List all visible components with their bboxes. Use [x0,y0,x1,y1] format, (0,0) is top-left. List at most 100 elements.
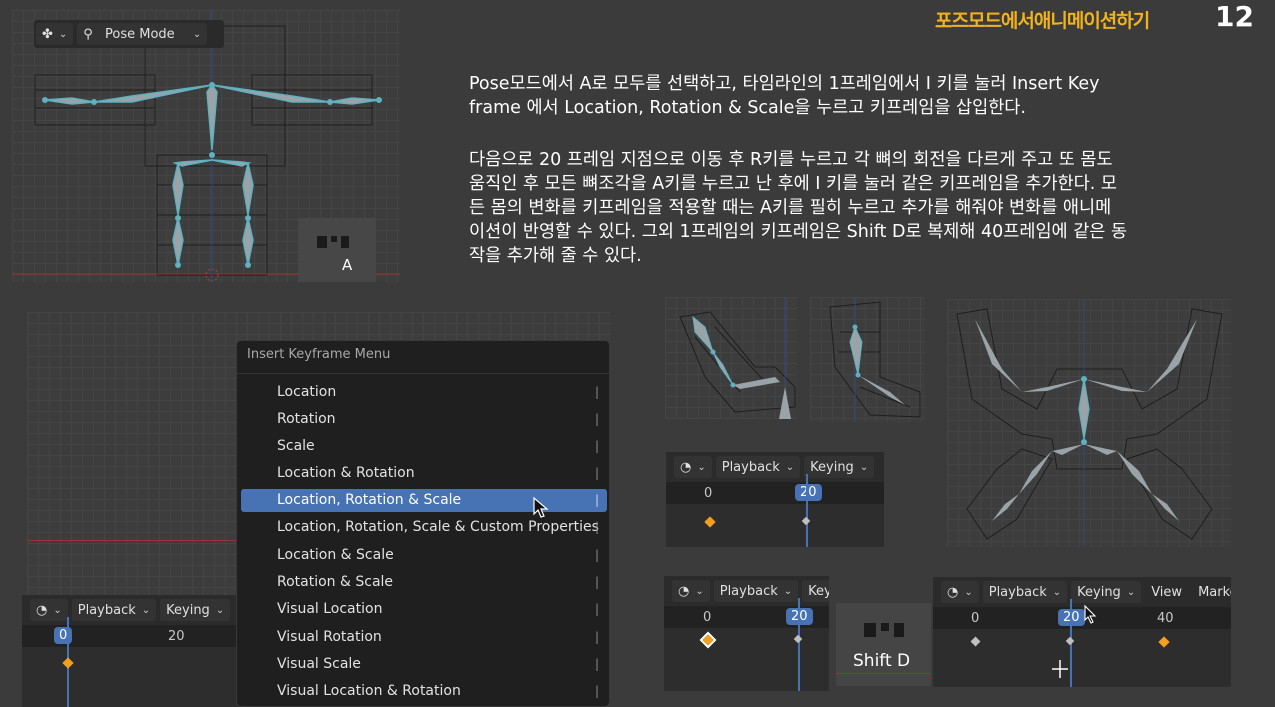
keyframe-marker[interactable] [793,634,803,644]
shortcut-mark: | [594,493,599,507]
keyframe-marker[interactable] [62,657,74,669]
timeline-ruler[interactable]: 0 20 [666,482,884,504]
timeline-header: ◔⌄ Playback⌄ Keying [664,576,829,606]
viewport-top-armature[interactable]: ✤ ⌄ ⚲ Pose Mode ⌄ A [12,10,400,282]
playback-menu[interactable]: Playback ⌄ [713,580,799,602]
viewport-header: ✤ ⌄ ⚲ Pose Mode ⌄ [34,20,224,48]
viewport-arm-rotated[interactable] [665,297,797,419]
shift-d-overlay: Shift D [836,603,931,686]
keyframe-marker[interactable] [801,516,811,526]
timeline-ruler[interactable]: 0 20 [664,606,829,628]
frame-label-0: 0 [703,610,712,625]
timeline-ruler[interactable]: 0 20 40 [933,607,1231,629]
shortcut-mark: | [594,520,599,534]
description-para2: 다음으로 20 프레임 지점으로 이동 후 R키를 누르고 각 뼈의 회전을 다… [469,150,1128,266]
page-number: 12 [1215,0,1254,33]
key-indicator [341,236,349,248]
shortcut-mark: | [594,412,599,426]
viewport-pose-posed[interactable] [947,299,1231,547]
keyframe-marker[interactable] [1158,636,1170,648]
shortcut-mark: | [594,439,599,453]
key-indicator [894,623,904,637]
keying-menu[interactable]: Keying ⌄ [160,599,231,621]
playback-menu[interactable]: Playback ⌄ [71,599,157,621]
menu-item-location-rotation[interactable]: Location & Rotation | [241,462,607,485]
timeline-right-wide[interactable]: ◔⌄ Playback⌄ Keying⌄ View Marker 0 20 40 [933,577,1231,687]
timeline-body[interactable] [22,617,242,707]
view-menu[interactable]: Vi [878,456,884,478]
arm-bones-bent [829,297,921,422]
menu-item-visual-location-rotation[interactable]: Visual Location & Rotation | [241,680,607,703]
pose-icon: ✤ [42,26,53,42]
chevron-down-icon: ⌄ [785,461,795,473]
keyframe-marker[interactable] [704,516,716,528]
menu-item-location-rotation-scale[interactable]: Location, Rotation & Scale | [241,489,607,512]
menu-item-scale[interactable]: Scale | [241,435,607,458]
viewport-arm-bent[interactable] [810,297,925,422]
playhead[interactable] [798,598,800,691]
clock-icon: ◔ [947,584,959,600]
marker-menu[interactable]: Marker [1192,581,1231,603]
timeline-body[interactable] [933,599,1231,687]
timeline-body[interactable] [666,474,884,547]
frame-label-0: 0 [704,486,713,501]
editor-type-button[interactable]: ◔ ⌄ [674,456,712,478]
timeline-ruler[interactable]: 0 20 [22,625,242,647]
mouse-cursor-icon [1084,604,1097,624]
description-para1: Pose모드에서 A로 모두를 선택하고, 타임라인의 1프레임에서 I 키를 … [469,74,1100,118]
mode-selector[interactable]: ⚲ Pose Mode ⌄ [77,23,208,45]
chevron-down-icon: ⌄ [192,28,202,40]
chevron-down-icon: ⌄ [141,604,151,616]
playback-menu[interactable]: Playback ⌄ [715,456,801,478]
insert-keyframe-menu: Insert Keyframe Menu Location | Rotation |… [236,340,610,707]
chevron-down-icon: ⌄ [53,604,62,616]
shortcut-mark: | [594,630,599,644]
keying-menu[interactable]: Keying ⌄ [804,456,875,478]
menu-divider [237,373,609,374]
key-label-a: A [342,256,353,274]
key-indicator [864,623,876,637]
chevron-down-icon: ⌄ [58,28,68,40]
shortcut-mark: | [594,684,599,698]
pose-tools-button[interactable]: ✤ ⌄ [36,23,74,45]
editor-type-button[interactable]: ◔ ⌄ [941,581,979,603]
keying-menu[interactable]: Keying [802,580,829,602]
move-cursor-icon [1052,660,1068,678]
menu-item-location-scale[interactable]: Location & Scale | [241,544,607,567]
menu-item-rotation-scale[interactable]: Rotation & Scale | [241,571,607,594]
editor-type-button[interactable]: ◔ ⌄ [672,580,710,602]
chevron-down-icon: ⌄ [215,604,225,616]
menu-item-location-rotation-scale-custom[interactable]: Location, Rotation, Scale & Custom Prope… [241,516,607,539]
menu-item-visual-scale[interactable]: Visual Scale | [241,653,607,676]
shortcut-mark: | [594,575,599,589]
clock-icon: ◔ [680,459,692,475]
timeline-main[interactable]: ◔ ⌄ Playback ⌄ Keying ⌄ 0 20 [22,595,242,707]
keyframe-marker[interactable] [699,631,717,649]
playback-menu[interactable]: Playback ⌄ [982,581,1068,603]
keying-menu[interactable]: Keying ⌄ [1071,581,1142,603]
x-axis-line [836,673,931,674]
editor-type-button[interactable]: ◔ ⌄ [30,599,68,621]
current-frame-indicator[interactable]: 0 [54,627,73,644]
timeline-right-top[interactable]: ◔⌄ Playback⌄ Keying⌄ Vi 0 20 [666,452,884,547]
timeline-header: ◔⌄ Playback⌄ Keying⌄ Vi [666,452,884,482]
menu-item-rotation[interactable]: Rotation | [241,408,607,431]
menu-item-visual-rotation[interactable]: Visual Rotation | [241,626,607,649]
current-frame-indicator[interactable]: 20 [795,484,822,501]
timeline-body[interactable] [664,598,829,691]
menu-item-location[interactable]: Location | [241,381,607,404]
timeline-right-mid[interactable]: ◔⌄ Playback⌄ Keying 0 20 [664,576,829,691]
view-menu[interactable]: View [1145,581,1188,603]
playhead[interactable] [806,474,808,547]
shortcut-mark: | [594,602,599,616]
shortcut-mark: | [594,385,599,399]
menu-item-visual-location[interactable]: Visual Location | [241,598,607,621]
key-overlay: A [299,218,376,282]
frame-label-20: 20 [168,629,185,644]
chevron-down-icon: ⌄ [964,586,973,598]
chevron-down-icon: ⌄ [697,461,706,473]
keyframe-marker[interactable] [970,636,981,647]
key-indicator [331,236,337,242]
chevron-down-icon: ⌄ [783,585,793,597]
keyframe-marker[interactable] [1065,636,1075,646]
